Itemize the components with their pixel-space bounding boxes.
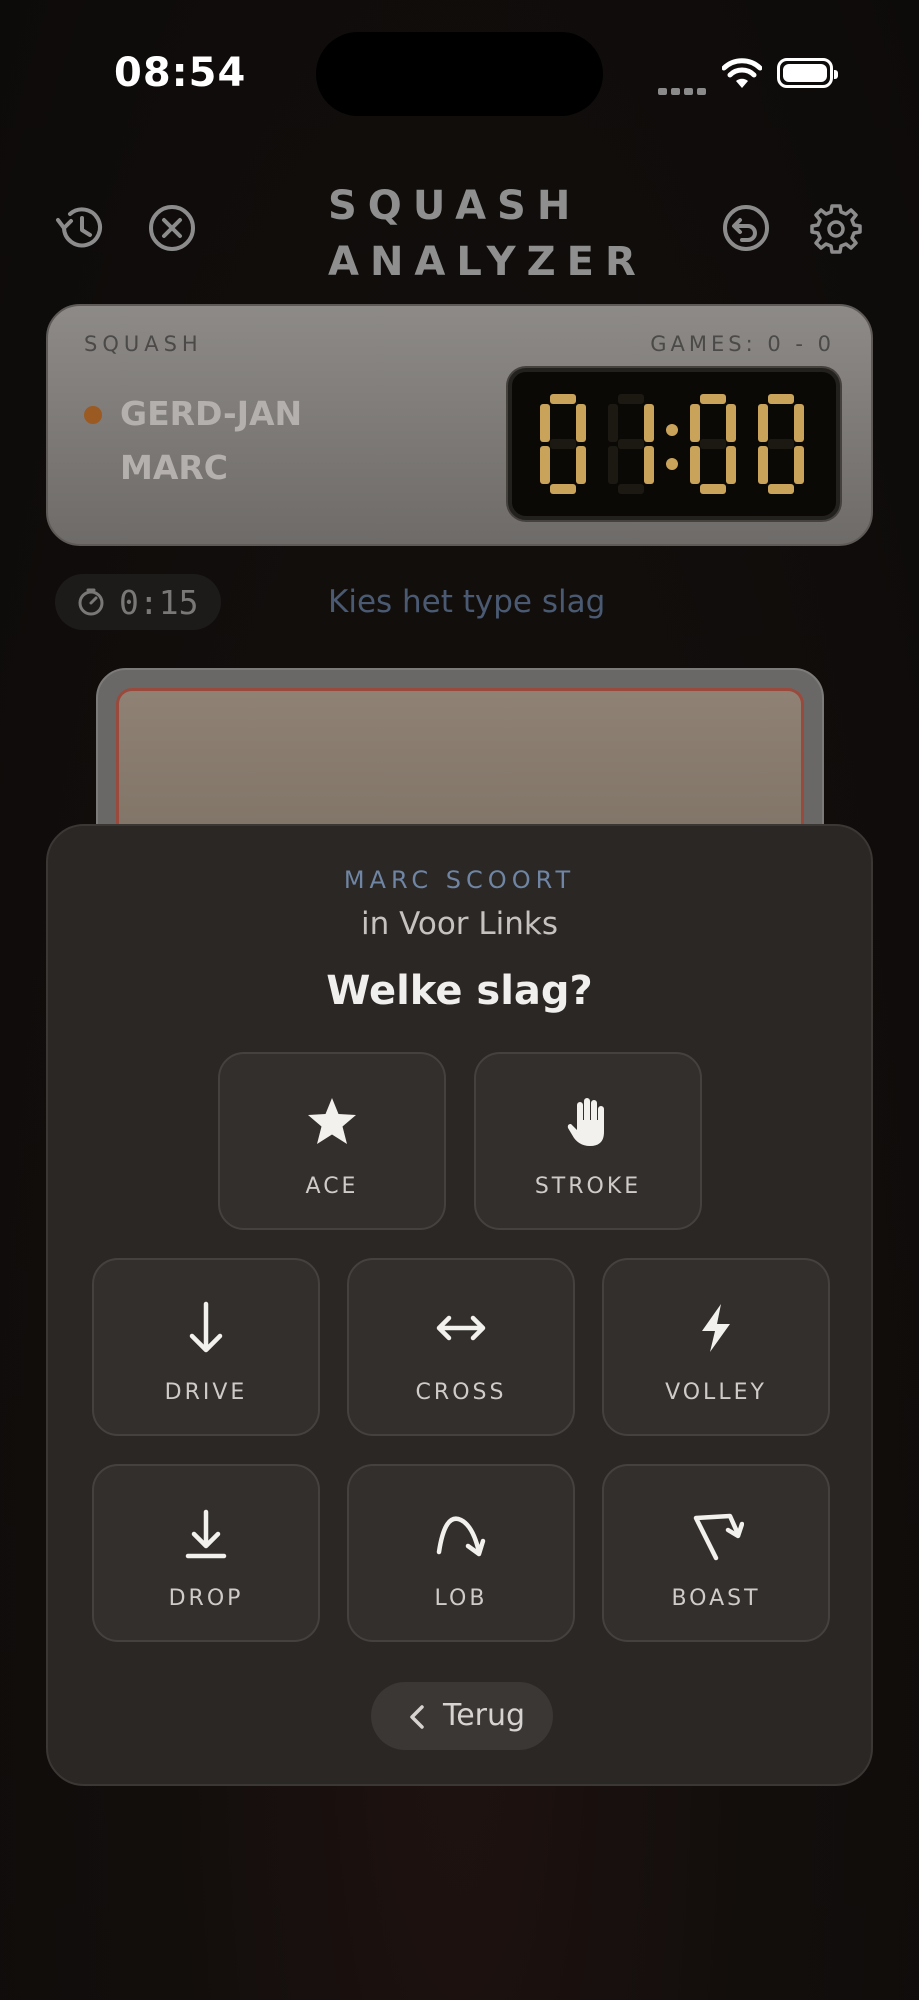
score-digit-segment	[550, 394, 576, 404]
score-digit-segment	[726, 404, 736, 442]
scorer-label: MARC SCOORT	[343, 866, 576, 894]
status-bar: 08:54	[0, 0, 919, 150]
status-time: 08:54	[114, 50, 247, 96]
cellular-signal-icon	[658, 80, 710, 99]
curved-arrow-icon	[436, 1516, 486, 1557]
close-icon[interactable]	[146, 202, 198, 254]
player-1-name: GERD-JAN	[120, 394, 303, 433]
sheet-question: Welke slag?	[326, 968, 593, 1014]
shot-button-stroke[interactable]: STROKE	[474, 1052, 702, 1230]
arrow-left-right-icon	[436, 1315, 486, 1341]
score-digit-segment	[758, 404, 768, 442]
score-digit-segment	[690, 404, 700, 442]
location-label: in Voor Links	[360, 906, 559, 942]
scoreboard-card: SQUASH GAMES: 0 - 0 GERD-JAN MARC	[46, 304, 873, 546]
shot-label: DROP	[168, 1586, 244, 1611]
battery-icon	[777, 58, 838, 88]
angled-arrow-icon	[693, 1513, 744, 1561]
shot-selection-sheet: MARC SCOORT in Voor Links Welke slag? AC…	[46, 824, 873, 1786]
score-digit-segment	[550, 484, 576, 494]
score-digit-segment	[550, 439, 576, 449]
score-digit-segment	[618, 394, 644, 404]
shot-label: STROKE	[534, 1174, 642, 1199]
stopwatch-icon	[78, 588, 104, 616]
score-digit-segment	[758, 446, 768, 484]
history-icon[interactable]	[54, 202, 106, 254]
score-digit-segment	[768, 439, 794, 449]
back-button[interactable]: Terug	[371, 1682, 553, 1750]
shot-button-drop[interactable]: DROP	[92, 1464, 320, 1642]
score-digit-segment	[618, 484, 644, 494]
arrow-down-to-line-icon	[185, 1509, 227, 1559]
chevron-left-icon	[410, 1705, 424, 1729]
shot-button-boast[interactable]: BOAST	[602, 1464, 830, 1642]
hand-icon	[567, 1098, 604, 1146]
score-digit-segment	[644, 404, 654, 442]
score-digit-segment	[700, 394, 726, 404]
serve-indicator	[84, 406, 102, 424]
rally-timer-value: 0:15	[119, 583, 199, 622]
score-digit-segment	[700, 439, 726, 449]
score-colon-dot	[666, 458, 678, 470]
rally-timer: 0:15	[55, 574, 221, 630]
app-title-line1: SQUASH	[328, 183, 582, 229]
score-digit-segment	[576, 446, 586, 484]
shot-label: CROSS	[415, 1380, 507, 1405]
score-display	[508, 368, 840, 520]
arrow-down-icon	[189, 1301, 223, 1353]
shot-button-drive[interactable]: DRIVE	[92, 1258, 320, 1436]
score-digit-segment	[794, 446, 804, 484]
wifi-icon	[722, 58, 762, 88]
score-digit-segment	[608, 404, 618, 442]
shot-label: DRIVE	[164, 1380, 248, 1405]
shot-button-volley[interactable]: VOLLEY	[602, 1258, 830, 1436]
score-digit-segment	[690, 446, 700, 484]
dynamic-island	[316, 32, 603, 116]
shot-button-cross[interactable]: CROSS	[347, 1258, 575, 1436]
instruction-text: Kies het type slag	[328, 584, 606, 620]
score-digit-segment	[794, 404, 804, 442]
score-digit-segment	[540, 446, 550, 484]
shot-label: BOAST	[671, 1586, 761, 1611]
back-button-label: Terug	[443, 1698, 526, 1733]
star-icon	[308, 1098, 356, 1144]
score-digit-segment	[608, 446, 618, 484]
score-digit-segment	[644, 446, 654, 484]
games-score: GAMES: 0 - 0	[650, 332, 835, 356]
score-digit-segment	[726, 446, 736, 484]
score-digit-segment	[768, 484, 794, 494]
score-digit-segment	[576, 404, 586, 442]
score-digit-segment	[768, 394, 794, 404]
shot-label: VOLLEY	[665, 1380, 767, 1405]
app-title: SQUASH ANALYZER	[328, 178, 647, 290]
shot-label: ACE	[305, 1174, 359, 1199]
shot-label: LOB	[434, 1586, 488, 1611]
shot-button-lob[interactable]: LOB	[347, 1464, 575, 1642]
app-title-line2: ANALYZER	[328, 239, 647, 285]
score-digit-segment	[540, 404, 550, 442]
undo-icon[interactable]	[720, 202, 772, 254]
scoreboard-label: SQUASH	[84, 332, 203, 356]
bolt-icon	[702, 1304, 730, 1352]
score-colon-dot	[666, 424, 678, 436]
score-digit-segment	[700, 484, 726, 494]
player-2-name: MARC	[120, 448, 229, 487]
gear-icon[interactable]	[810, 202, 862, 254]
shot-button-ace[interactable]: ACE	[218, 1052, 446, 1230]
score-digit-segment	[618, 439, 644, 449]
